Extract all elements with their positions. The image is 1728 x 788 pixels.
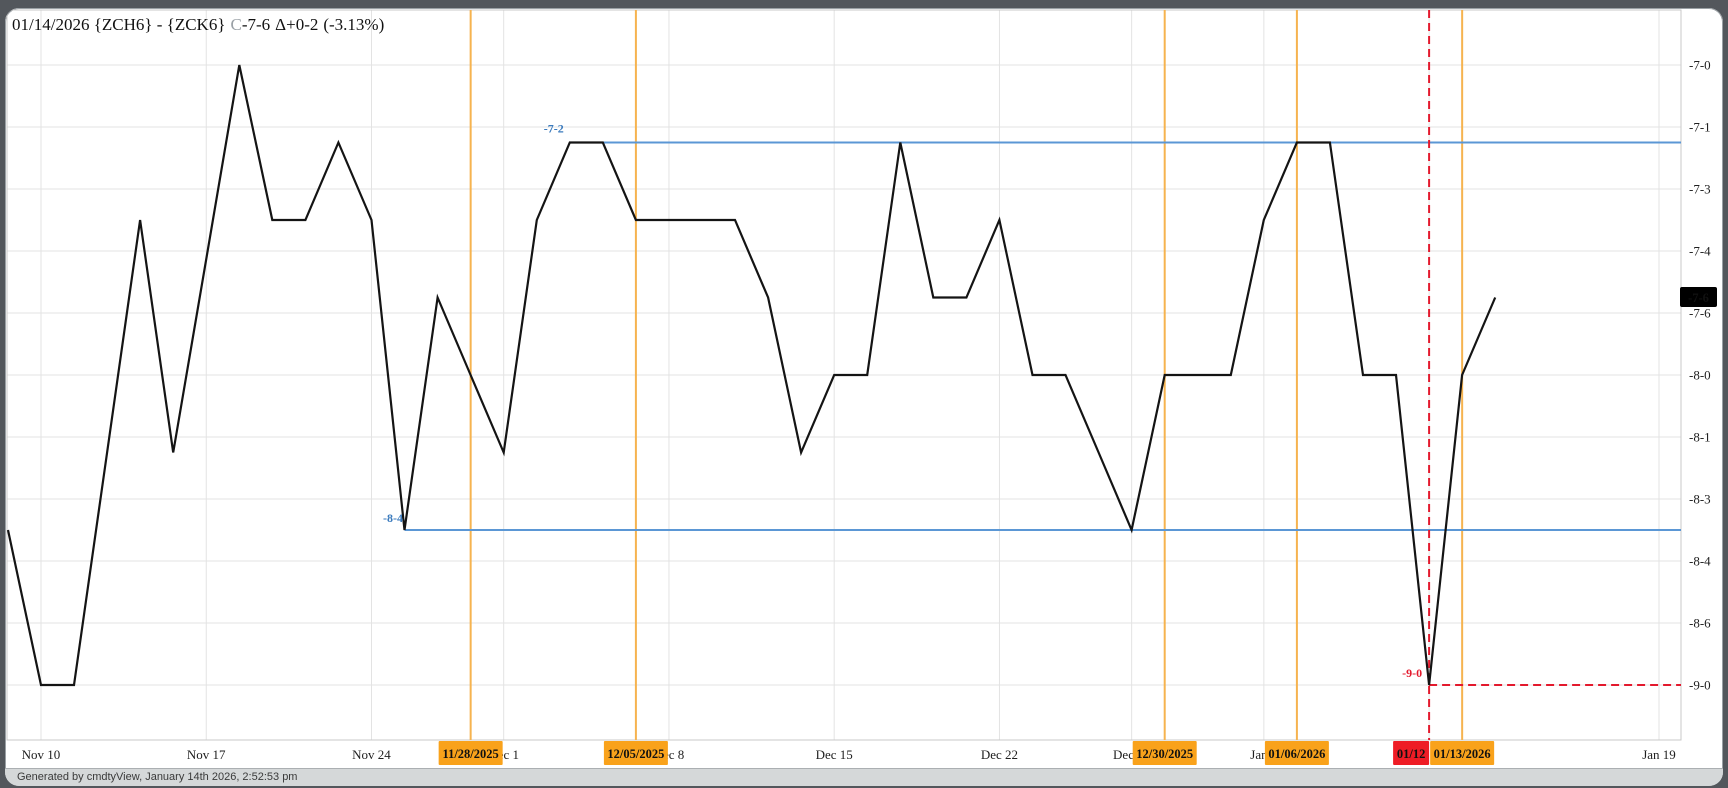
date-badge-label: 01/06/2026 (1268, 747, 1325, 761)
date-badge-label: 12/05/2025 (607, 747, 664, 761)
y-tick-label: -7-3 (1689, 182, 1711, 197)
pivot-low-label: -8-4 (383, 511, 403, 525)
date-badge-label: 12/30/2025 (1136, 747, 1193, 761)
y-tick-label: -7-6 (1689, 306, 1711, 321)
y-tick-label: -8-4 (1689, 554, 1711, 569)
pivot-high-label: -7-2 (544, 122, 564, 136)
status-bar: Generated by cmdtyView, January 14th 202… (5, 768, 1723, 786)
last-price-badge-label: -7-6 (1688, 291, 1709, 305)
status-text: Generated by cmdtyView, January 14th 202… (17, 771, 297, 783)
y-tick-label: -8-6 (1689, 616, 1711, 631)
y-tick-label: -8-1 (1689, 430, 1711, 445)
y-tick-label: -9-0 (1689, 678, 1711, 693)
y-tick-label: -7-0 (1689, 58, 1711, 73)
chart-panel: -7-2 -8-4 -9-0 -7-0 -7-1 -7-3 -7-4 -7-6 -8-0 -8-1… (5, 8, 1723, 786)
title-last-price: -7-6 (242, 15, 270, 34)
date-badge-label: 01/13/2026 (1434, 747, 1491, 761)
title-close-flag: C (231, 15, 242, 34)
y-tick-label: -7-1 (1689, 120, 1711, 135)
y-tick-label: -8-0 (1689, 368, 1711, 383)
chart-title: 01/14/2026 {ZCH6} - {ZCK6} C-7-6 Δ+0-2 (-3.… (12, 12, 384, 38)
x-tick-label: Jan 19 (1642, 747, 1676, 762)
date-badge-label: 11/28/2025 (443, 747, 499, 761)
title-change-percent: (-3.13%) (323, 15, 384, 34)
date-badge-label: 01/12 (1397, 747, 1425, 761)
price-chart-canvas[interactable]: -7-2 -8-4 -9-0 -7-0 -7-1 -7-3 -7-4 -7-6 -8-0 -8-1… (5, 8, 1723, 768)
low-value-label: -9-0 (1402, 666, 1422, 680)
x-tick-label: Nov 10 (22, 747, 61, 762)
x-tick-label: Dec 15 (816, 747, 853, 762)
y-tick-label: -7-4 (1689, 244, 1711, 259)
title-symbols: 01/14/2026 {ZCH6} - {ZCK6} (12, 15, 226, 34)
title-change: Δ+0-2 (275, 15, 318, 34)
y-tick-label: -8-3 (1689, 492, 1711, 507)
x-tick-label: Nov 24 (352, 747, 391, 762)
x-tick-label: Nov 17 (187, 747, 226, 762)
x-tick-label: Dec 22 (981, 747, 1018, 762)
